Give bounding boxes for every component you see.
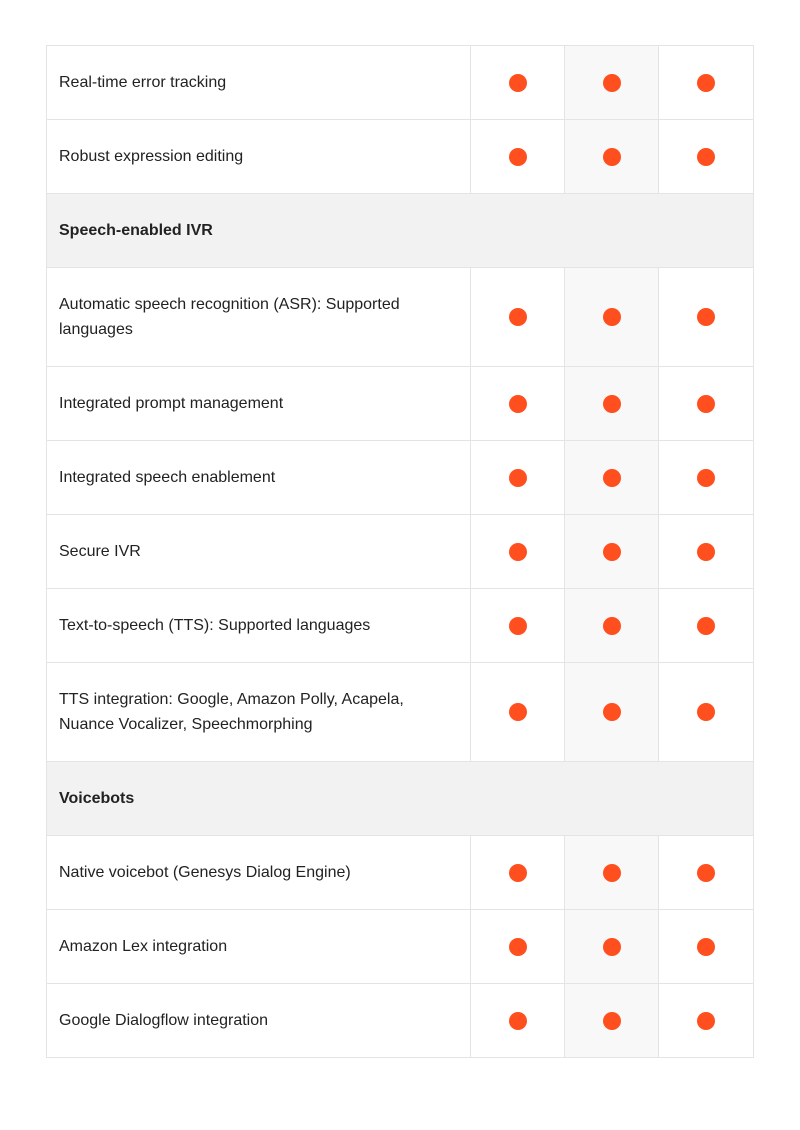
feature-cell <box>659 984 753 1057</box>
feature-cell <box>471 663 566 761</box>
table-row: Native voicebot (Genesys Dialog Engine) <box>47 836 754 910</box>
feature-cell <box>471 836 566 909</box>
feature-cell <box>471 268 566 366</box>
feature-cell <box>565 836 660 909</box>
feature-cell <box>471 46 566 119</box>
feature-cell <box>565 120 660 193</box>
filled-circle-icon <box>508 542 527 561</box>
filled-circle-icon <box>508 863 527 882</box>
feature-cell <box>471 120 566 193</box>
table-row: Integrated speech enablement <box>47 441 754 515</box>
feature-label: Amazon Lex integration <box>47 910 472 983</box>
table-row: TTS integration: Google, Amazon Polly, A… <box>47 663 754 762</box>
filled-circle-icon <box>697 73 716 92</box>
feature-cell <box>471 441 566 514</box>
feature-cell <box>659 46 753 119</box>
filled-circle-icon <box>602 863 621 882</box>
filled-circle-icon <box>697 937 716 956</box>
filled-circle-icon <box>602 308 621 326</box>
filled-circle-icon <box>602 73 621 92</box>
feature-label: Real-time error tracking <box>47 46 472 119</box>
feature-cell <box>659 120 753 193</box>
feature-label: TTS integration: Google, Amazon Polly, A… <box>47 663 472 761</box>
filled-circle-icon <box>697 468 716 487</box>
feature-cell <box>565 268 660 366</box>
feature-cell <box>471 367 566 440</box>
filled-circle-icon <box>508 147 527 166</box>
filled-circle-icon <box>508 468 527 487</box>
filled-circle-icon <box>508 73 527 92</box>
table-row: Google Dialogflow integration <box>47 984 754 1058</box>
table-row: Robust expression editing <box>47 120 754 194</box>
filled-circle-icon <box>697 542 716 561</box>
feature-cell <box>659 836 753 909</box>
filled-circle-icon <box>508 937 527 956</box>
feature-cell <box>565 984 660 1057</box>
feature-cell <box>659 268 753 366</box>
table-row: Secure IVR <box>47 515 754 589</box>
table-row: Text-to-speech (TTS): Supported language… <box>47 589 754 663</box>
feature-cell <box>565 515 660 588</box>
filled-circle-icon <box>508 308 527 326</box>
filled-circle-icon <box>697 616 716 635</box>
feature-cell <box>565 367 660 440</box>
filled-circle-icon <box>697 703 716 721</box>
feature-comparison-table: Real-time error tracking Robust expressi… <box>46 45 754 1058</box>
feature-label: Integrated speech enablement <box>47 441 472 514</box>
table-row: Amazon Lex integration <box>47 910 754 984</box>
table-row: Real-time error tracking <box>47 46 754 120</box>
feature-label: Secure IVR <box>47 515 472 588</box>
feature-label: Google Dialogflow integration <box>47 984 472 1057</box>
feature-cell <box>471 515 566 588</box>
feature-cell <box>659 910 753 983</box>
filled-circle-icon <box>697 147 716 166</box>
feature-cell <box>659 441 753 514</box>
feature-cell <box>659 589 753 662</box>
feature-cell <box>471 984 566 1057</box>
feature-label: Text-to-speech (TTS): Supported language… <box>47 589 472 662</box>
filled-circle-icon <box>602 394 621 413</box>
feature-label: Integrated prompt management <box>47 367 472 440</box>
filled-circle-icon <box>697 308 716 326</box>
feature-cell <box>659 663 753 761</box>
filled-circle-icon <box>697 1011 716 1030</box>
filled-circle-icon <box>508 1011 527 1030</box>
table-row: Integrated prompt management <box>47 367 754 441</box>
section-header-voicebots: Voicebots <box>47 762 754 836</box>
feature-cell <box>565 46 660 119</box>
filled-circle-icon <box>602 616 621 635</box>
feature-cell <box>471 910 566 983</box>
filled-circle-icon <box>602 542 621 561</box>
feature-label: Robust expression editing <box>47 120 472 193</box>
filled-circle-icon <box>508 394 527 413</box>
feature-cell <box>565 589 660 662</box>
feature-cell <box>565 663 660 761</box>
filled-circle-icon <box>697 863 716 882</box>
table-row: Automatic speech recognition (ASR): Supp… <box>47 268 754 367</box>
filled-circle-icon <box>508 616 527 635</box>
feature-cell <box>565 910 660 983</box>
feature-cell <box>659 515 753 588</box>
filled-circle-icon <box>602 1011 621 1030</box>
section-header-speech-enabled-ivr: Speech-enabled IVR <box>47 194 754 268</box>
feature-cell <box>565 441 660 514</box>
filled-circle-icon <box>602 468 621 487</box>
filled-circle-icon <box>602 147 621 166</box>
feature-cell <box>659 367 753 440</box>
feature-label: Native voicebot (Genesys Dialog Engine) <box>47 836 472 909</box>
feature-cell <box>471 589 566 662</box>
filled-circle-icon <box>602 937 621 956</box>
filled-circle-icon <box>697 394 716 413</box>
feature-label: Automatic speech recognition (ASR): Supp… <box>47 268 472 366</box>
filled-circle-icon <box>508 703 527 721</box>
filled-circle-icon <box>602 703 621 721</box>
